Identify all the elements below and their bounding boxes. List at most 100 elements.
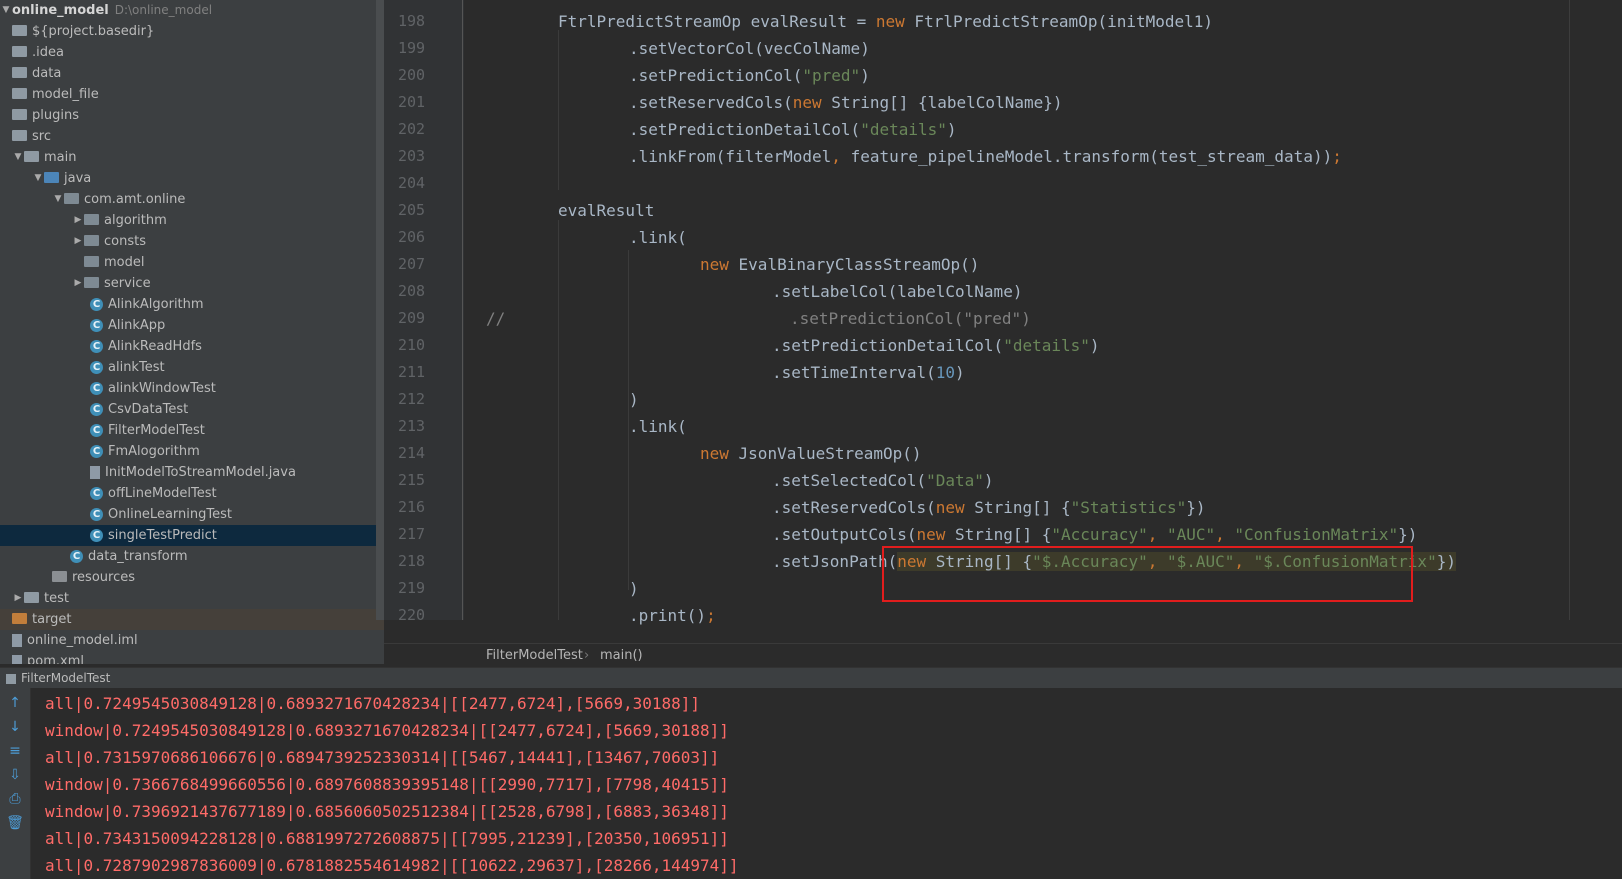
package-icon (64, 193, 79, 204)
run-tab-header[interactable]: FilterModelTest (0, 667, 1622, 689)
code-line: 199 .setVectorCol(vecColName) (384, 35, 1622, 62)
tree-item-label: singleTestPredict (108, 528, 217, 543)
tree-item[interactable]: ▶ service (0, 273, 384, 294)
tree-item[interactable]: C AlinkAlgorithm (0, 294, 384, 315)
console-line: all|0.7315970686106676|0.689473925233031… (45, 748, 720, 767)
class-icon: C (90, 319, 103, 332)
class-icon: C (90, 487, 103, 500)
iml-file-icon (12, 634, 22, 647)
folder-icon (12, 109, 27, 120)
project-path: D:\online_model (114, 3, 213, 17)
tree-item[interactable]: src (0, 126, 384, 147)
print-icon[interactable]: ⎙ (6, 790, 24, 808)
tree-item[interactable]: model (0, 252, 384, 273)
line-number: 206 (398, 228, 426, 246)
console-line: window|0.7249545030849128|0.689327167042… (45, 721, 729, 740)
line-number: 202 (398, 120, 426, 138)
tree-item[interactable]: C FilterModelTest (0, 420, 384, 441)
tree-item[interactable]: model_file (0, 84, 384, 105)
tree-item[interactable]: Cdata_transform (0, 546, 384, 567)
scroll-up-icon[interactable]: ↑ (6, 694, 24, 712)
tree-item[interactable]: C FmAlogorithm (0, 441, 384, 462)
project-scrollbar[interactable] (376, 0, 384, 620)
tree-item[interactable]: CalinkWindowTest (0, 378, 384, 399)
tree-item[interactable]: ▼ java (0, 168, 384, 189)
class-icon: C (90, 424, 103, 437)
tree-item-label: test (44, 591, 69, 606)
breadcrumb: FilterModelTest › main() (384, 643, 1622, 668)
line-number: 205 (398, 201, 426, 219)
tree-item[interactable]: C OnlineLearningTest (0, 504, 384, 525)
breadcrumb-class[interactable]: FilterModelTest (486, 644, 583, 668)
xml-file-icon (12, 655, 22, 664)
line-number: 214 (398, 444, 426, 462)
tree-item-label: CsvDataTest (108, 402, 189, 417)
expand-arrow-icon[interactable]: ▼ (12, 147, 24, 168)
console-line: window|0.7396921437677189|0.685606050251… (45, 802, 729, 821)
tree-item[interactable]: resources (0, 567, 384, 588)
tree-item[interactable]: ▼ com.amt.online (0, 189, 384, 210)
tree-item[interactable]: ▼ main (0, 147, 384, 168)
tree-root[interactable]: ▼ online_model D:\online_model (0, 0, 384, 21)
java-file-icon (90, 466, 100, 479)
resources-folder-icon (52, 571, 67, 582)
folder-icon (12, 46, 27, 57)
collapse-arrow-icon[interactable]: ▼ (0, 0, 12, 21)
tree-item[interactable]: CoffLineModelTest (0, 483, 384, 504)
class-icon: C (90, 508, 103, 521)
code-line: 212) (384, 386, 1622, 413)
code-line: 204 (384, 170, 1622, 197)
tree-item-label: com.amt.online (84, 192, 186, 207)
tree-item[interactable]: CalinkTest (0, 357, 384, 378)
run-tab-label: FilterModelTest (21, 671, 111, 685)
tree-item[interactable]: pom.xml (0, 651, 384, 664)
annotation-highlight-box (882, 546, 1413, 602)
tree-item-label: src (32, 129, 51, 144)
class-icon: C (90, 529, 103, 542)
tree-item[interactable]: ▶ consts (0, 231, 384, 252)
tree-item-label: model (104, 255, 145, 270)
scroll-to-end-icon[interactable]: ⇩ (6, 766, 24, 784)
tree-item-selected[interactable]: CsingleTestPredict (0, 525, 384, 546)
tree-item[interactable]: .idea (0, 42, 384, 63)
tree-item[interactable]: plugins (0, 105, 384, 126)
tree-item[interactable]: ▶ test (0, 588, 384, 609)
breadcrumb-method[interactable]: main() (600, 644, 643, 668)
clear-all-icon[interactable]: 🗑 (6, 814, 24, 832)
console-output[interactable]: all|0.7249545030849128|0.689327167042823… (31, 688, 1622, 879)
tree-item-label: online_model.iml (27, 633, 138, 648)
code-line: 210 .setPredictionDetailCol("details") (384, 332, 1622, 359)
class-icon: C (70, 550, 83, 563)
collapse-arrow-icon[interactable]: ▶ (72, 210, 84, 231)
tree-item[interactable]: C AlinkApp (0, 315, 384, 336)
tree-item-label: plugins (32, 108, 79, 123)
scroll-down-icon[interactable]: ↓ (6, 718, 24, 736)
tree-item-label: data_transform (88, 549, 188, 564)
collapse-arrow-icon[interactable]: ▶ (72, 231, 84, 252)
tree-item[interactable]: ${project.basedir} (0, 21, 384, 42)
collapse-arrow-icon[interactable]: ▶ (12, 588, 24, 609)
line-number: 198 (398, 12, 426, 30)
soft-wrap-icon[interactable]: ≡ (6, 742, 24, 760)
code-line: 216 .setReservedCols(new String[] {"Stati… (384, 494, 1622, 521)
expand-arrow-icon[interactable]: ▼ (32, 168, 44, 189)
tree-item[interactable]: data (0, 63, 384, 84)
line-number: 217 (398, 525, 426, 543)
tree-item[interactable]: C AlinkReadHdfs (0, 336, 384, 357)
tree-item-label: model_file (32, 87, 99, 102)
tree-item-label: java (64, 171, 92, 186)
tree-item-label: consts (104, 234, 146, 249)
tree-item[interactable]: online_model.iml (0, 630, 384, 651)
collapse-arrow-icon[interactable]: ▶ (72, 273, 84, 294)
expand-arrow-icon[interactable]: ▼ (52, 189, 64, 210)
line-number: 199 (398, 39, 426, 57)
breadcrumb-separator: › (584, 648, 590, 663)
code-line: 214 new JsonValueStreamOp() (384, 440, 1622, 467)
tree-item[interactable]: ▶ algorithm (0, 210, 384, 231)
tree-item-label: .idea (32, 45, 64, 60)
tree-item[interactable]: InitModelToStreamModel.java (0, 462, 384, 483)
package-icon (84, 277, 99, 288)
excluded-folder-icon (12, 613, 27, 624)
tree-item[interactable]: C CsvDataTest (0, 399, 384, 420)
tree-item[interactable]: target (0, 609, 384, 630)
